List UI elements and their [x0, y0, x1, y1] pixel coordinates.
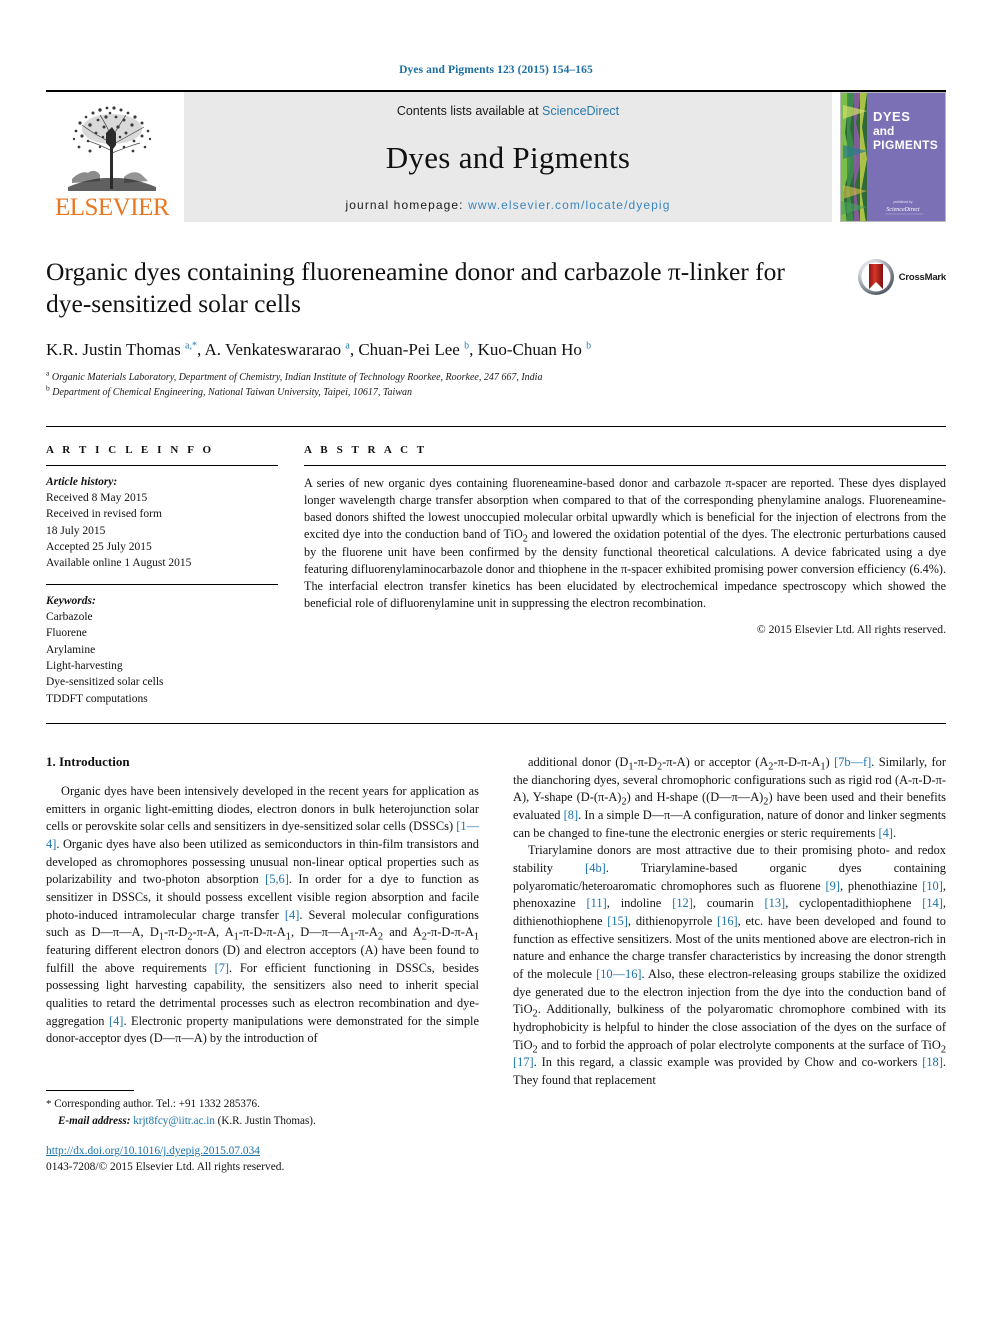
history-item: Available online 1 August 2015 — [46, 557, 192, 570]
body-column-left: 1. Introduction Organic dyes have been i… — [46, 754, 479, 1175]
intro-paragraph-left: Organic dyes have been intensively devel… — [46, 784, 480, 1046]
email-owner: (K.R. Justin Thomas). — [217, 1115, 316, 1128]
abstract-rule — [304, 464, 946, 466]
article-info-heading: A R T I C L E I N F O — [46, 443, 215, 456]
affiliation-a: a Organic Materials Laboratory, Departme… — [46, 368, 946, 385]
sciencedirect-link[interactable]: ScienceDirect — [542, 104, 619, 118]
affiliation-marker-b: b — [46, 383, 50, 393]
corresponding-author-note: * Corresponding author. Tel.: +91 1332 2… — [46, 1098, 260, 1111]
intro-paragraph-right-2: Triarylamine donors are most attractive … — [513, 843, 946, 1088]
journal-band: Contents lists available at ScienceDirec… — [184, 92, 832, 222]
history-item: 18 July 2015 — [46, 524, 106, 537]
affiliation-b: b Department of Chemical Engineering, Na… — [46, 383, 946, 400]
journal-masthead: ELSEVIER Contents lists available at Sci… — [46, 90, 946, 222]
footnote-block: * Corresponding author. Tel.: +91 1332 2… — [46, 1096, 479, 1129]
footnote-divider — [46, 1090, 134, 1092]
keywords-list: Keywords: Carbazole Fluorene Arylamine L… — [46, 593, 278, 707]
affiliation-b-text: Department of Chemical Engineering, Nati… — [52, 386, 412, 398]
svg-text:published by: published by — [893, 200, 912, 204]
keyword-item: Fluorene — [46, 627, 87, 640]
elsevier-logo: ELSEVIER — [46, 92, 178, 222]
author-list: K.R. Justin Thomas a,*, A. Venkateswarar… — [46, 339, 592, 359]
intro-paragraph-right-1: additional donor (D1-π-D2-π-A) or accept… — [513, 755, 947, 840]
keywords-label: Keywords: — [46, 594, 96, 607]
keyword-item: TDDFT computations — [46, 692, 148, 705]
article-history: Article history: Received 8 May 2015 Rec… — [46, 474, 278, 572]
homepage-url-link[interactable]: www.elsevier.com/locate/dyepig — [468, 198, 670, 212]
abstract-text: A series of new organic dyes containing … — [304, 475, 946, 611]
email-note: E-mail address: krjt8fcy@iitr.ac.in (K.R… — [46, 1113, 479, 1129]
page-title: Organic dyes containing fluoreneamine do… — [46, 257, 785, 319]
info-divider-bottom — [46, 723, 946, 725]
doi-link[interactable]: http://dx.doi.org/10.1016/j.dyepig.2015.… — [46, 1143, 479, 1159]
email-link[interactable]: krjt8fcy@iitr.ac.in — [133, 1115, 215, 1127]
elsevier-wordmark: ELSEVIER — [54, 194, 170, 221]
article-page: Dyes and Pigments 123 (2015) 154–165 ELS… — [0, 0, 992, 1323]
svg-text:PIGMENTS: PIGMENTS — [873, 138, 938, 152]
svg-text:and: and — [873, 124, 894, 138]
info-divider-top — [46, 425, 946, 427]
running-head: Dyes and Pigments 123 (2015) 154–165 — [399, 64, 593, 76]
body-column-right: additional donor (D1-π-D2-π-A) or accept… — [513, 754, 946, 1175]
contents-prefix: Contents lists available at — [396, 104, 543, 118]
crossmark-label: CrossMark — [898, 271, 947, 283]
svg-text:ScienceDirect: ScienceDirect — [886, 207, 920, 213]
crossmark-badge[interactable]: CrossMark — [857, 258, 946, 296]
title-block: CrossMark Organic dyes containing fluore… — [46, 256, 946, 400]
contents-available-line: Contents lists available at ScienceDirec… — [397, 104, 619, 118]
doi-block: http://dx.doi.org/10.1016/j.dyepig.2015.… — [46, 1143, 479, 1175]
copyright-notice: © 2015 Elsevier Ltd. All rights reserved… — [756, 623, 946, 637]
affiliations: a Organic Materials Laboratory, Departme… — [46, 368, 946, 400]
keyword-item: Carbazole — [46, 611, 93, 624]
info-abstract-row: A R T I C L E I N F O Article history: R… — [46, 444, 946, 707]
crossmark-icon — [857, 259, 894, 295]
article-info-column: A R T I C L E I N F O Article history: R… — [46, 444, 304, 707]
article-history-label: Article history: — [46, 475, 118, 488]
journal-cover-thumbnail: DYES and PIGMENTS published by ScienceDi… — [840, 92, 946, 222]
history-item: Received in revised form — [46, 508, 162, 521]
elsevier-tree-icon — [68, 106, 156, 191]
affiliation-marker-a: a — [46, 368, 50, 378]
email-label: E-mail address: — [58, 1115, 131, 1128]
section-title-introduction: 1. Introduction — [46, 754, 130, 770]
history-item: Received 8 May 2015 — [46, 492, 148, 505]
keyword-item: Light-harvesting — [46, 660, 123, 673]
affiliation-a-text: Organic Materials Laboratory, Department… — [51, 371, 543, 383]
keyword-item: Dye-sensitized solar cells — [46, 676, 164, 689]
cover-art: DYES and PIGMENTS published by ScienceDi… — [841, 93, 945, 221]
keywords-rule — [46, 583, 278, 585]
abstract-heading: A B S T R A C T — [304, 443, 428, 456]
issn-copyright: 0143-7208/© 2015 Elsevier Ltd. All right… — [46, 1161, 285, 1174]
abstract-column: A B S T R A C T A series of new organic … — [304, 444, 946, 707]
journal-title: Dyes and Pigments — [385, 140, 631, 175]
history-item: Accepted 25 July 2015 — [46, 541, 152, 554]
cover-marble-stripe — [841, 93, 867, 221]
body-columns: 1. Introduction Organic dyes have been i… — [46, 754, 946, 1175]
svg-text:DYES: DYES — [873, 109, 910, 124]
journal-homepage-line: journal homepage: www.elsevier.com/locat… — [346, 198, 671, 212]
homepage-prefix: journal homepage: — [345, 198, 469, 212]
article-info-rule — [46, 464, 278, 466]
keyword-item: Arylamine — [46, 643, 96, 656]
